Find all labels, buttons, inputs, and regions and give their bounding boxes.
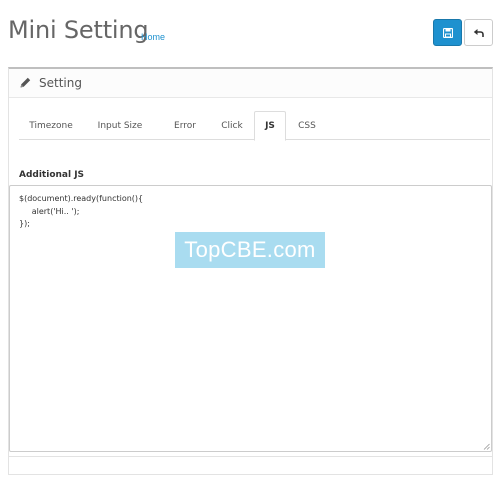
settings-panel: Setting Timezone Input Size Error Click … — [8, 67, 493, 475]
tab-css[interactable]: CSS — [290, 111, 324, 140]
floppy-disk-icon — [442, 27, 453, 38]
watermark-text: TopCBE.com — [184, 237, 316, 262]
page-title: Mini Setting — [8, 16, 149, 44]
breadcrumb-home[interactable]: Home — [141, 32, 165, 42]
additional-js-textarea[interactable] — [9, 185, 492, 452]
reply-arrow-icon — [473, 28, 484, 37]
tab-timezone[interactable]: Timezone — [19, 111, 83, 140]
page-header: Mini Setting Home — [0, 0, 500, 62]
tab-js[interactable]: JS — [254, 111, 286, 141]
additional-js-label: Additional JS — [19, 170, 85, 180]
pencil-icon — [20, 77, 31, 88]
back-button[interactable] — [464, 19, 493, 46]
resize-grip-icon[interactable] — [483, 443, 490, 450]
panel-title: Setting — [39, 76, 82, 90]
panel-footer — [8, 456, 493, 475]
tab-error[interactable]: Error — [160, 111, 210, 140]
tab-click[interactable]: Click — [214, 111, 250, 140]
save-button[interactable] — [433, 19, 462, 46]
panel-heading: Setting — [9, 69, 492, 98]
tab-input-size[interactable]: Input Size — [85, 111, 155, 140]
tab-bar: Timezone Input Size Error Click JS CSS — [19, 111, 490, 141]
watermark: TopCBE.com — [175, 232, 325, 268]
